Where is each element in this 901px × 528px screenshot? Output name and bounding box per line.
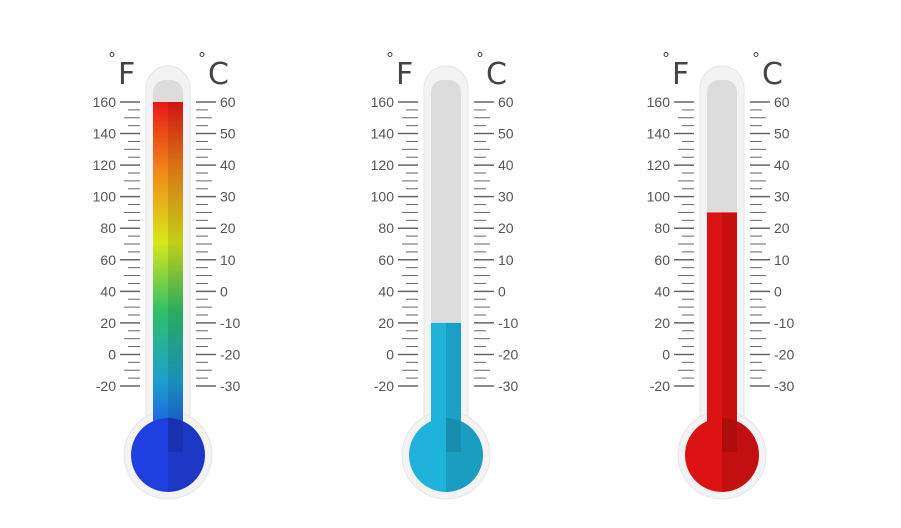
unit-fahrenheit-degree: ° xyxy=(662,49,670,68)
tick-label-f: 100 xyxy=(371,189,395,205)
tick-label-f: 60 xyxy=(378,252,394,268)
tick-label-f: -20 xyxy=(374,378,394,394)
tick-label-c: -10 xyxy=(774,315,794,331)
thermometer-gradient: F° C°160 60140 50120 40100 3080 2060 1040 020 -10… xyxy=(93,49,240,500)
unit-fahrenheit: F xyxy=(672,57,689,92)
tick-label-c: 10 xyxy=(220,252,236,268)
tick-label-f: 100 xyxy=(647,189,671,205)
thermometers-svg: F° C°160 60140 50120 40100 3080 2060 1040 020 -10… xyxy=(93,49,794,500)
tick-label-f: 140 xyxy=(647,126,671,142)
tick-label-c: 10 xyxy=(774,252,790,268)
tick-label-f: 140 xyxy=(371,126,395,142)
tick-label-f: 40 xyxy=(100,283,116,299)
unit-fahrenheit: F xyxy=(396,57,413,92)
tick-label-c: 20 xyxy=(220,220,236,236)
tick-label-c: -30 xyxy=(220,378,240,394)
unit-celsius-degree: ° xyxy=(752,49,760,68)
tick-label-f: 0 xyxy=(108,346,116,362)
tick-label-c: -30 xyxy=(498,378,518,394)
tick-label-f: 120 xyxy=(371,157,395,173)
tube-shade xyxy=(722,212,737,452)
tick-label-c: -20 xyxy=(220,346,240,362)
tick-label-f: 120 xyxy=(647,157,671,173)
tick-label-c: 20 xyxy=(498,220,514,236)
tick-label-c: 50 xyxy=(774,126,790,142)
tick-label-f: 160 xyxy=(371,94,395,110)
tick-label-c: 60 xyxy=(498,94,514,110)
tick-label-f: 80 xyxy=(100,220,116,236)
tick-label-f: 160 xyxy=(647,94,671,110)
tick-label-f: 60 xyxy=(654,252,670,268)
unit-celsius: C xyxy=(486,57,507,92)
tick-label-f: 20 xyxy=(100,315,116,331)
tick-label-c: 0 xyxy=(498,283,506,299)
tick-label-f: 20 xyxy=(654,315,670,331)
unit-celsius-degree: ° xyxy=(198,49,206,68)
tick-label-f: 0 xyxy=(662,346,670,362)
tick-label-c: 60 xyxy=(774,94,790,110)
tick-label-f: 80 xyxy=(378,220,394,236)
tick-label-f: 80 xyxy=(654,220,670,236)
tick-label-c: 40 xyxy=(774,157,790,173)
tick-label-f: 160 xyxy=(93,94,117,110)
thermometer-cold: F° C°160 60140 50120 40100 3080 2060 1040 020 -10… xyxy=(371,49,518,500)
tick-label-f: 40 xyxy=(378,283,394,299)
tick-label-c: 0 xyxy=(220,283,228,299)
unit-celsius-degree: ° xyxy=(476,49,484,68)
tick-label-c: 50 xyxy=(220,126,236,142)
tick-label-c: 40 xyxy=(498,157,514,173)
unit-celsius: C xyxy=(208,57,229,92)
thermometer-illustration: F ° C ° 160 60 140 50 120 40 100 30 80 20 60 10 40 0 20 -10… xyxy=(0,0,901,528)
tick-label-f: -20 xyxy=(96,378,116,394)
tick-label-c: -10 xyxy=(498,315,518,331)
unit-fahrenheit-degree: ° xyxy=(108,49,116,68)
tick-label-c: -20 xyxy=(774,346,794,362)
unit-celsius: C xyxy=(762,57,783,92)
tick-label-c: 60 xyxy=(220,94,236,110)
thermometer-hot: F° C°160 60140 50120 40100 3080 2060 1040 020 -10… xyxy=(647,49,794,500)
tick-label-c: 50 xyxy=(498,126,514,142)
tick-label-c: 20 xyxy=(774,220,790,236)
tick-label-f: 40 xyxy=(654,283,670,299)
tick-label-f: 20 xyxy=(378,315,394,331)
tick-label-c: 30 xyxy=(498,189,514,205)
tick-label-c: -10 xyxy=(220,315,240,331)
tick-label-f: 120 xyxy=(93,157,117,173)
tick-label-c: 30 xyxy=(774,189,790,205)
tick-label-f: 0 xyxy=(386,346,394,362)
tick-label-c: -20 xyxy=(498,346,518,362)
tube-shade xyxy=(446,322,461,452)
tick-label-f: 60 xyxy=(100,252,116,268)
unit-fahrenheit: F xyxy=(118,57,135,92)
tick-label-c: 30 xyxy=(220,189,236,205)
tick-label-c: 10 xyxy=(498,252,514,268)
tick-label-c: 0 xyxy=(774,283,782,299)
tick-label-f: 100 xyxy=(93,189,117,205)
unit-fahrenheit-degree: ° xyxy=(386,49,394,68)
tick-label-c: -30 xyxy=(774,378,794,394)
tick-label-f: 140 xyxy=(93,126,117,142)
tick-label-c: 40 xyxy=(220,157,236,173)
tick-label-f: -20 xyxy=(650,378,670,394)
tube-shade xyxy=(168,102,183,452)
